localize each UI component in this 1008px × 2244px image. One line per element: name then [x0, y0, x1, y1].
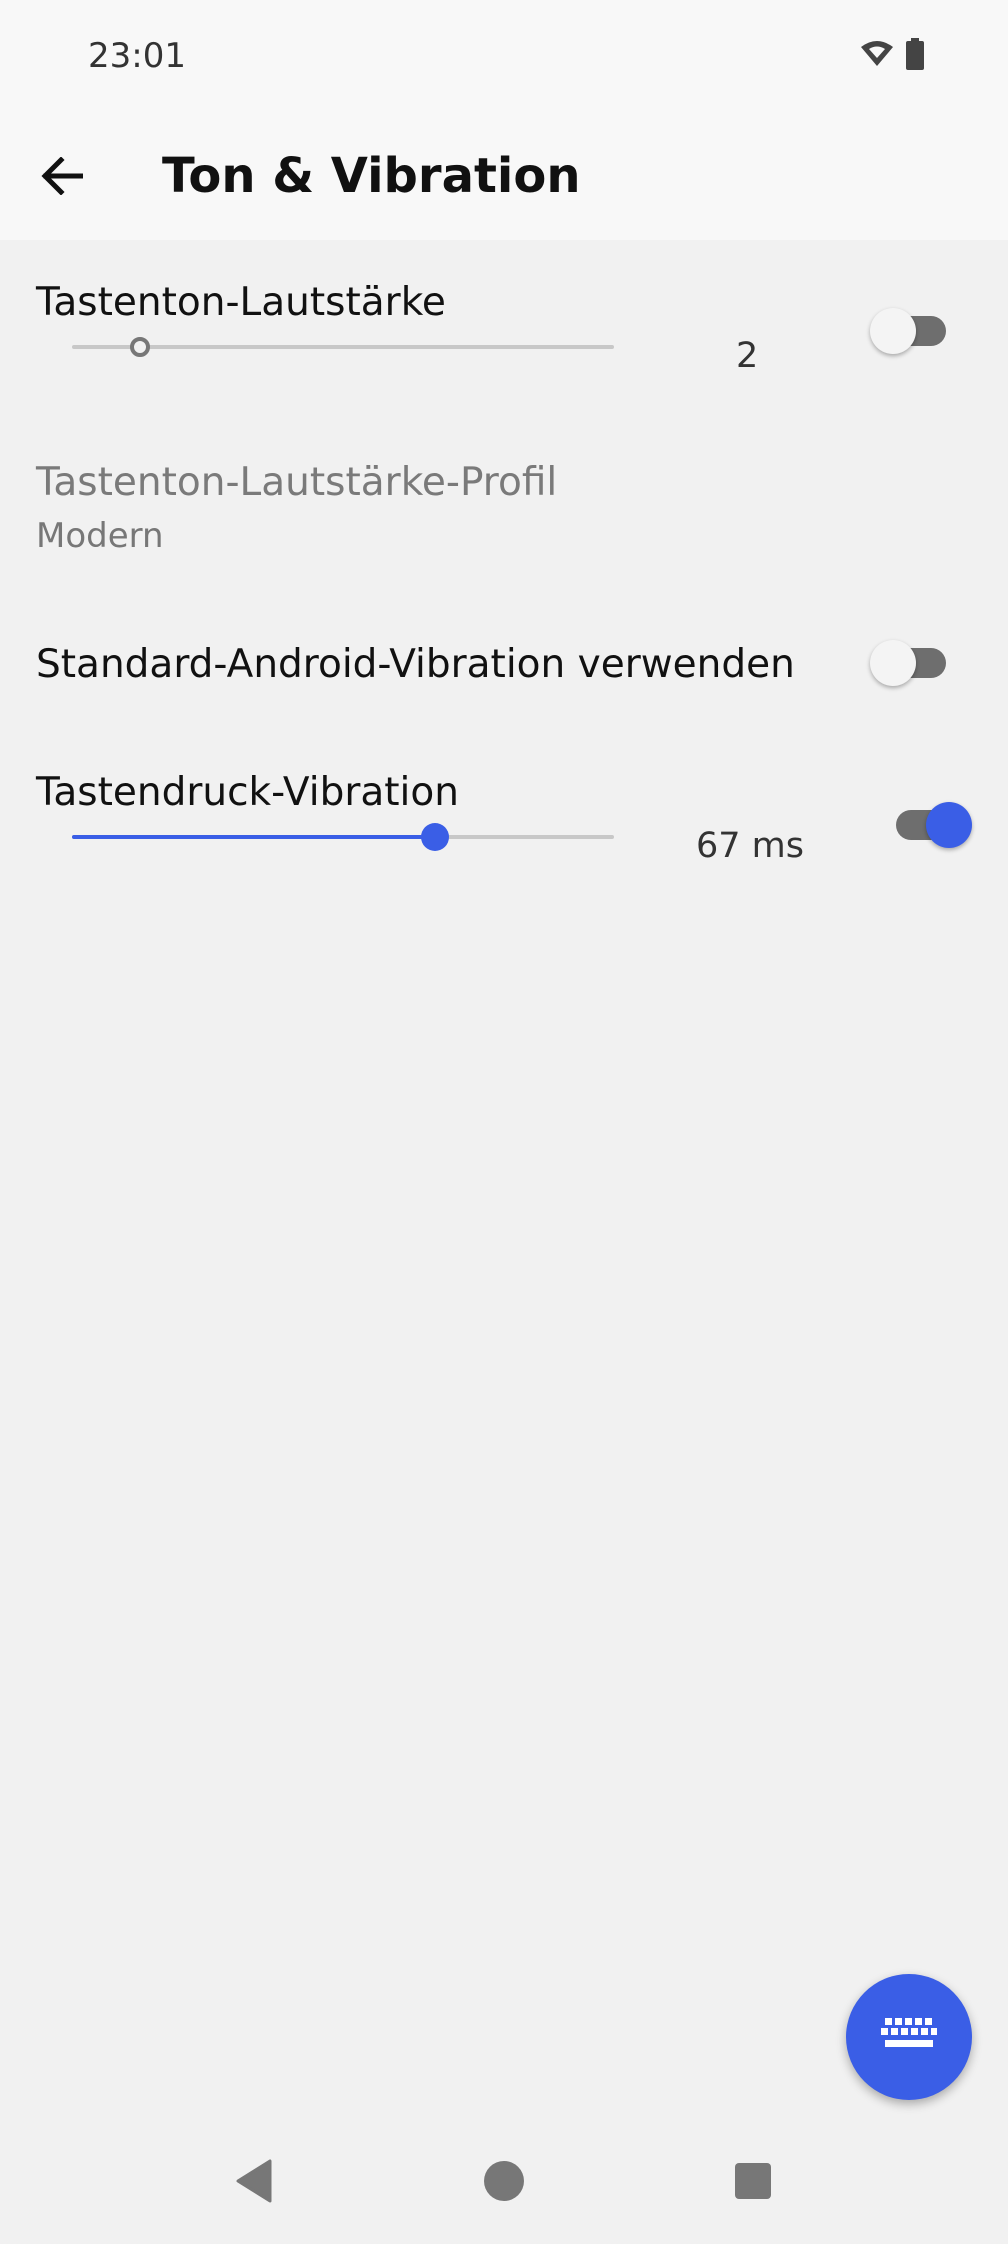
switch-thumb [926, 802, 972, 848]
android-vibration-preference[interactable]: Standard-Android-Vibration verwenden [36, 600, 972, 744]
key-vibration-preference[interactable]: Tastendruck-Vibration 67 ms [36, 744, 972, 924]
sound-profile-title: Tastenton-Lautstärke-Profil [36, 460, 558, 505]
key-volume-switch[interactable] [870, 306, 954, 356]
key-volume-value: 2 [736, 336, 759, 376]
nav-recents-icon [734, 2162, 772, 2204]
back-button[interactable] [26, 142, 98, 214]
slider-track [72, 345, 614, 349]
slider-thumb[interactable] [421, 823, 450, 851]
status-bar: 23:01 [0, 0, 1008, 116]
key-volume-slider[interactable] [72, 332, 614, 362]
key-volume-title: Tastenton-Lautstärke [36, 280, 446, 325]
nav-home-button[interactable] [469, 2148, 539, 2218]
wifi-icon [860, 40, 894, 72]
keyboard-fab[interactable] [846, 1974, 972, 2100]
sound-profile-summary: Modern [36, 516, 164, 556]
app-bar: Ton & Vibration [0, 116, 1008, 240]
android-vibration-switch[interactable] [870, 638, 954, 688]
sound-profile-preference[interactable]: Tastenton-Lautstärke-Profil Modern [36, 420, 972, 600]
status-time: 23:01 [88, 36, 186, 76]
keyboard-icon [881, 2018, 937, 2056]
nav-back-button[interactable] [219, 2148, 289, 2218]
switch-thumb [870, 640, 916, 686]
arrow-back-icon [41, 156, 84, 199]
key-vibration-slider[interactable] [72, 822, 614, 852]
key-vibration-switch[interactable] [888, 800, 972, 850]
page-title: Ton & Vibration [162, 148, 581, 204]
battery-icon [906, 38, 924, 74]
switch-thumb [870, 308, 916, 354]
key-vibration-title: Tastendruck-Vibration [36, 770, 459, 815]
nav-home-icon [483, 2160, 525, 2206]
key-vibration-value: 67 ms [696, 826, 804, 866]
slider-fill [72, 835, 436, 839]
key-volume-preference[interactable]: Tastenton-Lautstärke 2 [36, 240, 972, 420]
android-vibration-title: Standard-Android-Vibration verwenden [36, 642, 795, 687]
status-icons [860, 38, 924, 74]
navigation-bar [0, 2120, 1008, 2244]
slider-thumb[interactable] [129, 337, 150, 357]
nav-recents-button[interactable] [718, 2148, 788, 2218]
nav-back-icon [234, 2159, 274, 2207]
